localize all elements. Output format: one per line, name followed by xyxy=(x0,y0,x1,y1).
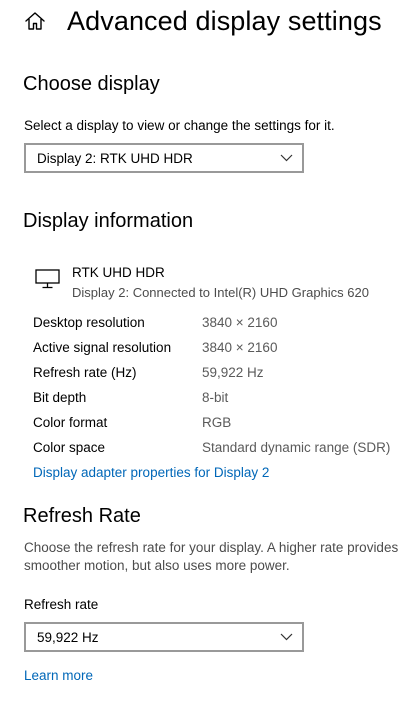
display-information-heading: Display information xyxy=(23,210,194,232)
monitor-name: RTK UHD HDR xyxy=(72,265,165,280)
page-title: Advanced display settings xyxy=(67,6,382,36)
info-value: 3840 × 2160 xyxy=(202,315,278,330)
info-label: Bit depth xyxy=(33,390,87,405)
learn-more-link[interactable]: Learn more xyxy=(24,666,93,685)
info-label: Color space xyxy=(33,440,106,455)
info-row-color-space: Color space Standard dynamic range (SDR) xyxy=(33,438,413,458)
chevron-down-icon xyxy=(280,633,293,641)
choose-display-description: Select a display to view or change the s… xyxy=(24,118,335,133)
refresh-rate-field-label: Refresh rate xyxy=(24,597,99,612)
info-label: Desktop resolution xyxy=(33,315,145,330)
info-row-bit-depth: Bit depth 8-bit xyxy=(33,388,413,408)
info-value: RGB xyxy=(202,415,232,430)
info-value: 3840 × 2160 xyxy=(202,340,278,355)
refresh-rate-value: 59,922 Hz xyxy=(37,630,99,645)
info-value: Standard dynamic range (SDR) xyxy=(202,440,391,455)
monitor-icon xyxy=(35,269,60,289)
choose-display-heading: Choose display xyxy=(23,73,160,95)
info-value: 8-bit xyxy=(202,390,229,405)
refresh-rate-dropdown[interactable]: 59,922 Hz xyxy=(24,622,304,652)
info-row-active-signal-resolution: Active signal resolution 3840 × 2160 xyxy=(33,338,413,358)
display-select-dropdown[interactable]: Display 2: RTK UHD HDR xyxy=(24,143,304,173)
info-label: Active signal resolution xyxy=(33,340,172,355)
refresh-rate-description-line1: Choose the refresh rate for your display… xyxy=(24,540,399,555)
info-label: Refresh rate (Hz) xyxy=(33,365,137,380)
refresh-rate-heading: Refresh Rate xyxy=(23,505,141,527)
chevron-down-icon xyxy=(280,154,293,162)
monitor-connection: Display 2: Connected to Intel(R) UHD Gra… xyxy=(72,285,369,300)
refresh-rate-description-line2: smoother motion, but also uses more powe… xyxy=(24,558,290,573)
info-row-color-format: Color format RGB xyxy=(33,413,413,433)
display-adapter-properties-link[interactable]: Display adapter properties for Display 2 xyxy=(33,463,269,482)
display-select-value: Display 2: RTK UHD HDR xyxy=(37,151,193,166)
info-row-refresh-rate: Refresh rate (Hz) 59,922 Hz xyxy=(33,363,413,383)
info-row-desktop-resolution: Desktop resolution 3840 × 2160 xyxy=(33,313,413,333)
home-icon[interactable] xyxy=(24,10,46,32)
info-value: 59,922 Hz xyxy=(202,365,264,380)
info-label: Color format xyxy=(33,415,108,430)
